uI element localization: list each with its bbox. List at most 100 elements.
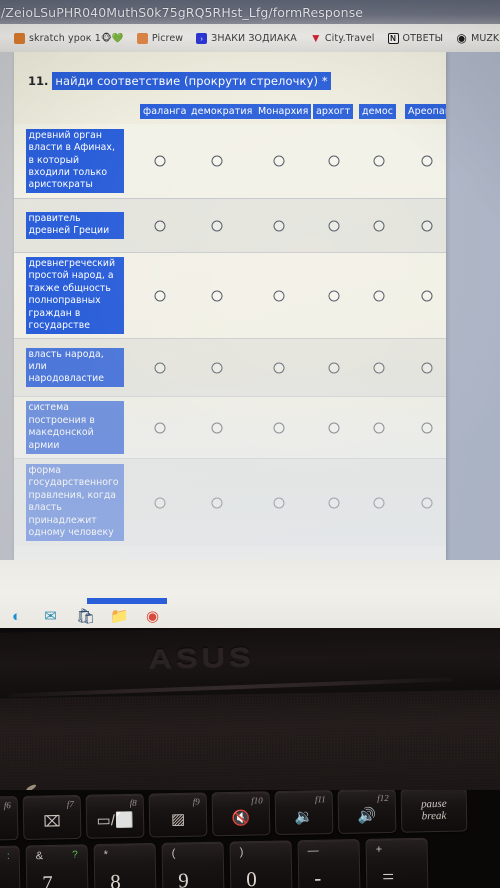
key-equals[interactable]: + = [365,837,429,888]
radio-r2-c4[interactable] [328,220,340,231]
radio-r6-c5[interactable] [373,497,385,508]
photo-of-laptop-screen: /ZeioLSuPHR040MuthS0k75gRQ5RHst_Lfg/form… [0,0,500,888]
radio-r3-c2[interactable] [211,290,223,301]
radio-r5-c6[interactable] [421,422,433,433]
key-shift-label: — [307,844,319,858]
radio-r2-c6[interactable] [421,220,433,231]
key-f11[interactable]: f11 🔉 [274,790,334,836]
radio-r6-c2[interactable] [211,497,223,508]
key-label: f7 [66,798,74,810]
radio-r3-c1[interactable] [154,290,166,301]
bookmark-favicon-icon: ▼ [309,32,321,44]
column-header-areopag: Ареопаг [405,104,446,119]
radio-r5-c4[interactable] [328,422,340,433]
question-header: 11. найди соответствие (прокрути стрелоч… [28,72,331,90]
chrome-icon[interactable]: ◉ [144,608,161,625]
radio-r3-c4[interactable] [328,290,340,301]
matching-grid: фаланга демократия Монархия архогт демос… [14,98,446,546]
store-icon[interactable]: 🛍 [76,608,95,625]
volume-mute-icon: 🔇 [231,809,251,827]
column-header-monarhiya: Монархия [255,104,312,119]
bookmark-label: ЗНАКИ ЗОДИАКА [211,32,297,44]
row-radio-group [128,397,446,458]
radio-r1-c3[interactable] [273,155,285,167]
file-explorer-icon[interactable]: 📁 [110,608,129,625]
bookmark-favicon-icon: N [387,32,399,44]
key-6[interactable]: 6 : [0,845,21,888]
radio-r3-c6[interactable] [421,290,433,301]
bookmark-label: skratch урок 1🐵💚 [29,32,124,44]
selection-highlight-bar [87,598,167,604]
row-label: древний орган власти в Афинах, в который… [26,128,124,194]
bookmark-favicon-icon [136,32,148,44]
radio-r2-c3[interactable] [273,220,285,231]
address-bar-url: /ZeioLSuPHR040MuthS0k75gRQ5RHst_Lfg/form… [1,4,364,20]
key-f12[interactable]: f12 🔊 [337,790,397,834]
key-f9[interactable]: f9 ▨ [148,792,208,838]
row-radio-group [128,253,446,338]
key-f6[interactable]: f6 [0,796,19,841]
key-f7[interactable]: f7 ⌧ [22,794,82,840]
radio-r3-c3[interactable] [273,290,285,301]
number-key-row: 6 : & 7 ? * 8 ( 9 ) 0 — - [0,837,429,888]
radio-r6-c1[interactable] [154,497,166,508]
key-label: f6 [3,800,11,811]
radio-r5-c1[interactable] [154,422,166,433]
radio-r4-c5[interactable] [373,362,385,373]
key-pause-break[interactable]: pause break [400,790,468,833]
question-number: 11. [28,73,49,88]
key-0[interactable]: ) 0 [229,840,293,888]
radio-r1-c1[interactable] [154,155,166,167]
row-label-cell: древнегреческий простой народ, а также о… [14,257,128,334]
key-8[interactable]: * 8 [93,842,157,888]
row-radio-group [128,339,446,396]
key-9[interactable]: ( 9 [161,841,225,888]
edge-icon[interactable]: ◐ [8,608,25,625]
radio-r4-c1[interactable] [154,362,166,373]
key-f10[interactable]: f10 🔇 [211,791,271,837]
key-shift-label: + [375,843,383,856]
radio-r3-c5[interactable] [373,290,385,301]
key-7[interactable]: & 7 ? [25,844,89,888]
radio-r5-c5[interactable] [373,422,385,433]
browser-address-bar[interactable]: /ZeioLSuPHR040MuthS0k75gRQ5RHst_Lfg/form… [0,0,500,24]
row-label-cell: древний орган власти в Афинах, в который… [14,128,128,194]
radio-r6-c6[interactable] [421,497,433,508]
bookmark-item-city-travel[interactable]: ▼ City.Travel [310,33,375,44]
bookmark-label: Picrew [151,32,184,44]
google-form-page: 11. найди соответствие (прокрути стрелоч… [0,52,500,640]
radio-r4-c3[interactable] [273,362,285,373]
bookmark-item-zodiac[interactable]: › ЗНАКИ ЗОДИАКА [196,32,297,44]
table-row: система построения в македонской армии [14,396,446,458]
key-minus[interactable]: — - [297,839,361,888]
key-shift-label: & [35,850,44,863]
key-f8[interactable]: f8 ▭/⬜ [85,793,145,839]
radio-r4-c2[interactable] [211,362,223,373]
bookmark-item-otvety[interactable]: N ОТВЕТЫ [387,32,444,44]
bookmark-item-scratch[interactable]: skratch урок 1🐵💚 [14,32,124,44]
radio-r6-c4[interactable] [328,497,340,508]
radio-r1-c2[interactable] [211,155,223,167]
radio-r5-c3[interactable] [273,422,285,433]
radio-r2-c1[interactable] [154,220,166,231]
mail-icon[interactable]: ✉ [42,608,59,625]
key-shift-label: ( [171,847,176,860]
row-label-cell: правитель древней Греции [14,211,128,240]
radio-r1-c5[interactable] [373,155,385,167]
radio-r1-c4[interactable] [328,155,340,167]
radio-r2-c5[interactable] [373,220,385,231]
key-label: - [313,865,322,888]
row-radio-group [128,459,446,546]
laptop-keyboard: f6 f7 ⌧ f8 ▭/⬜ f9 ▨ f10 🔇 f11 🔉 f12 🔊 pa… [0,790,500,888]
key-shift-label: ) [239,846,244,859]
radio-r4-c4[interactable] [328,362,340,373]
radio-r2-c2[interactable] [211,220,223,231]
key-label-line2: break [421,809,447,823]
bookmark-item-muzka[interactable]: ◉ MUZK [456,33,499,44]
radio-r5-c2[interactable] [211,422,223,433]
radio-r6-c3[interactable] [273,497,285,508]
row-label-cell: форма государственного правления, когда … [14,464,128,541]
bookmark-item-picrew[interactable]: Picrew [136,32,184,44]
radio-r4-c6[interactable] [421,362,433,373]
radio-r1-c6[interactable] [421,155,433,167]
